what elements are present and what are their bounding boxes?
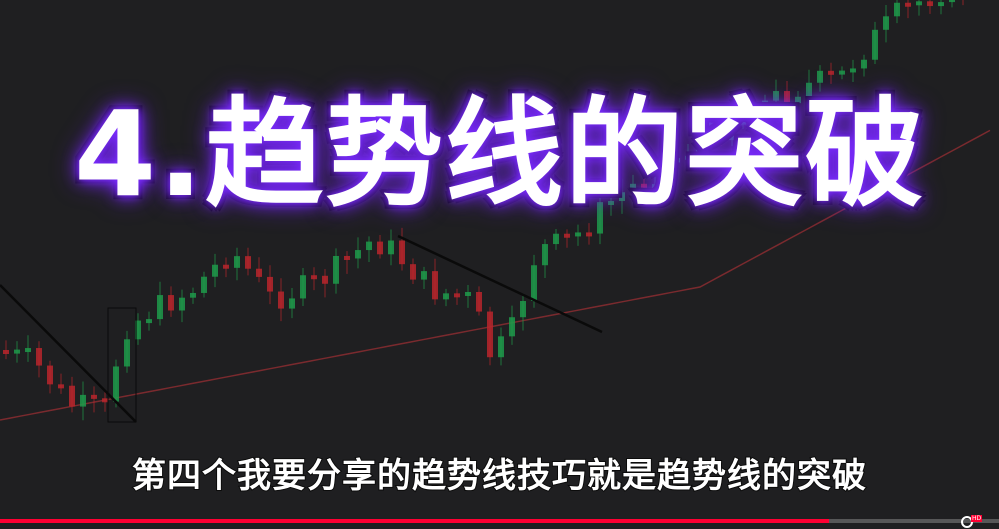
candle-body xyxy=(190,292,196,298)
candle-body xyxy=(267,276,273,292)
candle-body xyxy=(498,336,504,358)
candle-body xyxy=(69,385,75,407)
trendline-left xyxy=(0,284,137,423)
candle-body xyxy=(520,301,526,318)
candle-body xyxy=(223,264,229,269)
candle-body xyxy=(300,275,306,299)
hd-badge: HD xyxy=(971,515,983,522)
candle-body xyxy=(949,0,955,3)
candle-body xyxy=(113,366,119,402)
candle-body xyxy=(465,291,471,296)
candle-body xyxy=(927,1,933,7)
candle-body xyxy=(883,16,889,30)
candle-body xyxy=(399,240,405,265)
candle-body xyxy=(256,268,262,277)
candle-body xyxy=(146,319,152,324)
candle-body xyxy=(894,2,900,17)
candle-body xyxy=(905,2,911,7)
candle-body xyxy=(432,271,438,300)
candle-body xyxy=(36,348,42,366)
video-progress-fill xyxy=(0,519,830,523)
candle-body xyxy=(421,271,427,280)
candle-body xyxy=(344,255,350,260)
settings-gear-icon[interactable]: HD xyxy=(961,515,991,529)
candle-body xyxy=(91,394,97,399)
candle-body xyxy=(487,311,493,358)
candle-body xyxy=(157,295,163,320)
candle-body xyxy=(564,233,570,238)
candle-body xyxy=(14,349,20,354)
candle-body xyxy=(3,350,9,354)
candle-body xyxy=(278,291,284,309)
candle-body xyxy=(168,295,174,311)
candle-body xyxy=(850,68,856,73)
candle-body xyxy=(234,256,240,268)
candle-body xyxy=(476,291,482,312)
candle-body xyxy=(872,29,878,60)
candle-body xyxy=(938,2,944,7)
candle-body xyxy=(509,317,515,337)
caption-subtitle: 第四个我要分享的趋势线技巧就是趋势线的突破 xyxy=(131,456,867,496)
candle-body xyxy=(410,264,416,280)
candle-body xyxy=(454,293,460,298)
candle-body xyxy=(322,275,328,284)
candle-body xyxy=(388,240,394,255)
video-progress-bar[interactable] xyxy=(0,519,999,523)
candle-body xyxy=(443,293,449,300)
candle-body xyxy=(355,250,361,259)
candle-body xyxy=(179,297,185,311)
candle-body xyxy=(366,241,372,251)
candle-body xyxy=(377,241,383,255)
candle-body xyxy=(47,365,53,385)
candlestick-chart xyxy=(0,0,991,423)
candle-body xyxy=(553,233,559,245)
candle-body xyxy=(212,264,218,277)
candle-body xyxy=(102,398,108,403)
candle-body xyxy=(575,232,581,237)
candle-body xyxy=(333,255,339,284)
candle-body xyxy=(839,70,845,75)
video-title-overlay: 4.趋势线的突破 xyxy=(72,85,926,223)
candle-body xyxy=(531,265,537,302)
candle-body xyxy=(586,232,592,237)
candle-body xyxy=(828,70,834,75)
candle-body xyxy=(25,348,31,353)
candle-body xyxy=(245,256,251,269)
candle-body xyxy=(289,298,295,309)
candle-body xyxy=(916,1,922,6)
candle-body xyxy=(124,339,130,367)
candle-body xyxy=(80,394,86,407)
candle-body xyxy=(58,384,64,389)
candle-body xyxy=(861,59,867,69)
breakout-box xyxy=(107,307,137,423)
candle-body xyxy=(542,244,548,266)
trendline-middle xyxy=(397,234,603,334)
candle-body xyxy=(817,70,823,83)
candle-body xyxy=(311,275,317,280)
candle-body xyxy=(201,276,207,293)
video-frame[interactable]: 4.趋势线的突破 第四个我要分享的趋势线技巧就是趋势线的突破 HD xyxy=(0,0,999,529)
